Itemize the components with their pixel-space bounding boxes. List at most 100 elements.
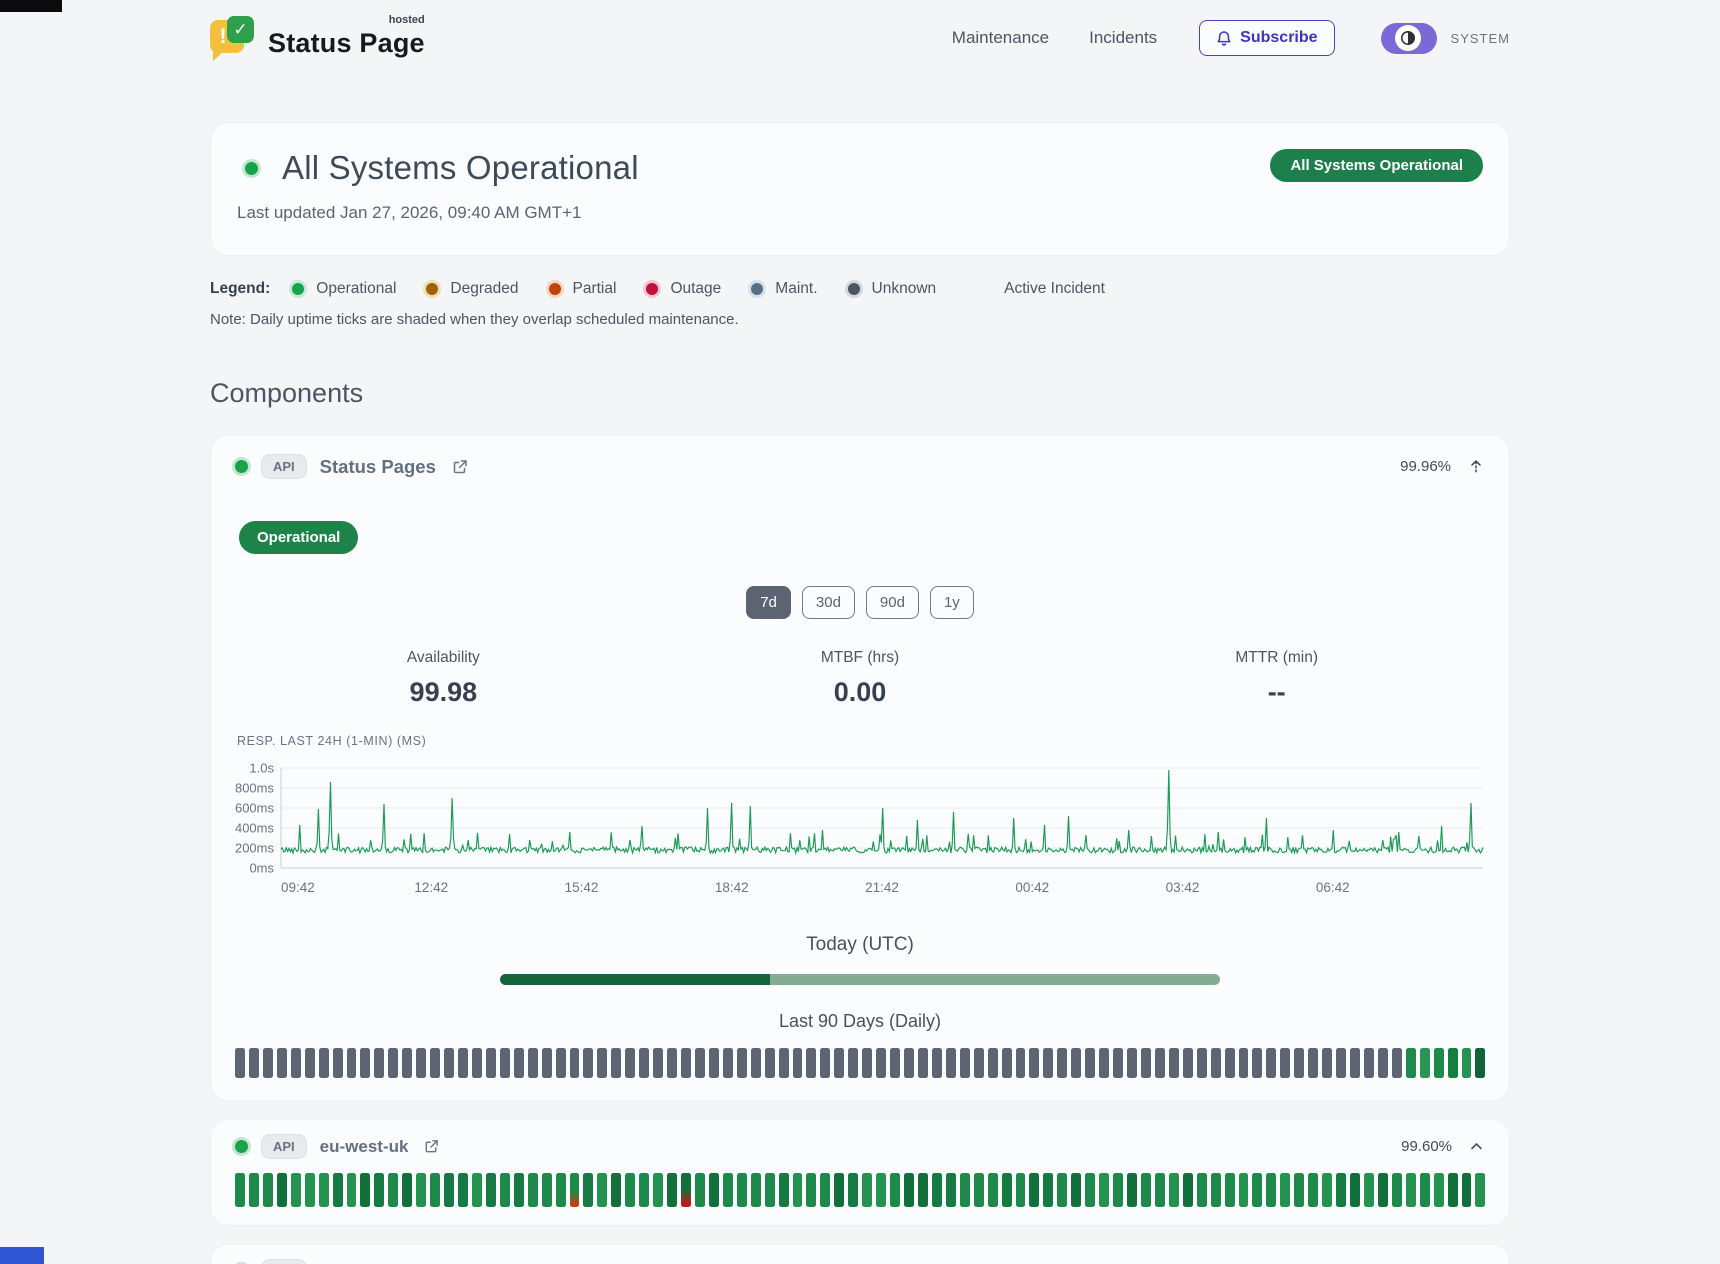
uptime-tick[interactable]	[570, 1173, 580, 1207]
expand-chevron-icon[interactable]	[1468, 1140, 1485, 1153]
uptime-tick[interactable]	[1141, 1048, 1151, 1078]
uptime-tick[interactable]	[890, 1173, 900, 1207]
uptime-tick[interactable]	[1225, 1048, 1235, 1078]
uptime-tick[interactable]	[737, 1048, 747, 1078]
uptime-tick[interactable]	[1029, 1173, 1039, 1207]
uptime-tick[interactable]	[1350, 1048, 1360, 1078]
uptime-tick[interactable]	[1183, 1173, 1193, 1207]
uptime-tick[interactable]	[1378, 1048, 1388, 1078]
uptime-tick[interactable]	[848, 1048, 858, 1078]
uptime-tick[interactable]	[444, 1048, 454, 1078]
uptime-tick[interactable]	[388, 1048, 398, 1078]
uptime-tick[interactable]	[472, 1048, 482, 1078]
uptime-tick[interactable]	[653, 1173, 663, 1207]
uptime-tick[interactable]	[1280, 1048, 1290, 1078]
uptime-tick[interactable]	[1336, 1173, 1346, 1207]
subscribe-button[interactable]: Subscribe	[1199, 20, 1334, 56]
uptime-tick[interactable]	[319, 1048, 329, 1078]
uptime-tick[interactable]	[1043, 1173, 1053, 1207]
uptime-tick[interactable]	[751, 1048, 761, 1078]
uptime-tick[interactable]	[402, 1173, 412, 1207]
uptime-tick[interactable]	[737, 1173, 747, 1207]
logo[interactable]: ! ✓ Status Page hosted	[210, 16, 425, 60]
uptime-tick[interactable]	[583, 1048, 593, 1078]
uptime-tick[interactable]	[667, 1173, 677, 1207]
uptime-tick[interactable]	[1197, 1048, 1207, 1078]
uptime-tick[interactable]	[1169, 1173, 1179, 1207]
uptime-tick[interactable]	[625, 1048, 635, 1078]
uptime-tick[interactable]	[709, 1048, 719, 1078]
uptime-tick[interactable]	[472, 1173, 482, 1207]
uptime-tick[interactable]	[862, 1048, 872, 1078]
uptime-tick[interactable]	[946, 1048, 956, 1078]
uptime-tick[interactable]	[360, 1048, 370, 1078]
uptime-tick[interactable]	[1294, 1173, 1304, 1207]
uptime-tick[interactable]	[263, 1173, 273, 1207]
uptime-tick[interactable]	[1294, 1048, 1304, 1078]
uptime-tick[interactable]	[1016, 1048, 1026, 1078]
uptime-tick[interactable]	[235, 1048, 245, 1078]
uptime-tick[interactable]	[458, 1173, 468, 1207]
uptime-tick[interactable]	[806, 1048, 816, 1078]
uptime-tick[interactable]	[305, 1048, 315, 1078]
uptime-tick[interactable]	[347, 1048, 357, 1078]
collapse-arrow-icon[interactable]	[1467, 456, 1485, 478]
uptime-tick[interactable]	[1252, 1048, 1262, 1078]
uptime-tick[interactable]	[876, 1048, 886, 1078]
uptime-tick[interactable]	[1127, 1173, 1137, 1207]
uptime-tick[interactable]	[904, 1048, 914, 1078]
uptime-tick[interactable]	[319, 1173, 329, 1207]
uptime-tick[interactable]	[597, 1173, 607, 1207]
uptime-tick[interactable]	[765, 1173, 775, 1207]
uptime-tick[interactable]	[416, 1048, 426, 1078]
uptime-tick[interactable]	[249, 1173, 259, 1207]
uptime-tick[interactable]	[542, 1173, 552, 1207]
uptime-tick[interactable]	[583, 1173, 593, 1207]
uptime-tick[interactable]	[1448, 1048, 1458, 1078]
uptime-tick[interactable]	[1420, 1173, 1430, 1207]
uptime-tick[interactable]	[820, 1173, 830, 1207]
uptime-tick[interactable]	[333, 1048, 343, 1078]
uptime-tick[interactable]	[570, 1048, 580, 1078]
uptime-tick[interactable]	[1462, 1048, 1472, 1078]
uptime-tick[interactable]	[876, 1173, 886, 1207]
uptime-tick[interactable]	[751, 1173, 761, 1207]
uptime-tick[interactable]	[305, 1173, 315, 1207]
uptime-tick[interactable]	[1322, 1173, 1332, 1207]
uptime-tick[interactable]	[1155, 1048, 1165, 1078]
uptime-tick[interactable]	[500, 1173, 510, 1207]
uptime-tick[interactable]	[1211, 1048, 1221, 1078]
uptime-tick[interactable]	[374, 1173, 384, 1207]
uptime-tick[interactable]	[1141, 1173, 1151, 1207]
uptime-tick[interactable]	[430, 1173, 440, 1207]
uptime-tick[interactable]	[402, 1048, 412, 1078]
uptime-tick[interactable]	[988, 1173, 998, 1207]
range-button-90d[interactable]: 90d	[866, 586, 919, 619]
uptime-tick[interactable]	[500, 1048, 510, 1078]
uptime-tick[interactable]	[1043, 1048, 1053, 1078]
uptime-tick[interactable]	[862, 1173, 872, 1207]
uptime-tick[interactable]	[988, 1048, 998, 1078]
uptime-tick[interactable]	[486, 1048, 496, 1078]
uptime-tick[interactable]	[1378, 1173, 1388, 1207]
uptime-tick[interactable]	[291, 1048, 301, 1078]
uptime-tick[interactable]	[416, 1173, 426, 1207]
uptime-tick[interactable]	[1406, 1173, 1416, 1207]
uptime-tick[interactable]	[1113, 1048, 1123, 1078]
uptime-tick[interactable]	[723, 1048, 733, 1078]
uptime-tick[interactable]	[1002, 1048, 1012, 1078]
uptime-tick[interactable]	[960, 1048, 970, 1078]
uptime-tick[interactable]	[1475, 1173, 1485, 1207]
uptime-tick[interactable]	[1434, 1173, 1444, 1207]
uptime-tick[interactable]	[235, 1173, 245, 1207]
external-link-icon[interactable]	[449, 456, 471, 478]
uptime-tick[interactable]	[779, 1048, 789, 1078]
range-button-1y[interactable]: 1y	[930, 586, 974, 619]
uptime-tick[interactable]	[639, 1173, 649, 1207]
uptime-tick[interactable]	[625, 1173, 635, 1207]
uptime-tick[interactable]	[960, 1173, 970, 1207]
uptime-tick[interactable]	[611, 1048, 621, 1078]
uptime-tick[interactable]	[542, 1048, 552, 1078]
uptime-tick[interactable]	[765, 1048, 775, 1078]
uptime-tick[interactable]	[932, 1048, 942, 1078]
